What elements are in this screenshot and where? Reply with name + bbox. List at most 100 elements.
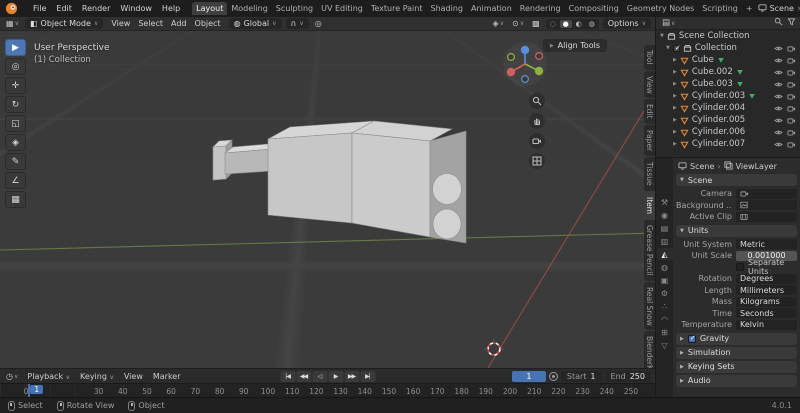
rotation-field[interactable]: Degrees — [736, 273, 797, 284]
annotate-tool[interactable]: ✎ — [5, 153, 26, 170]
breadcrumb-scene[interactable]: Scene — [690, 162, 714, 171]
time-field[interactable]: Seconds — [736, 308, 797, 319]
rendered-shading-button[interactable]: ◍ — [586, 20, 598, 28]
hide-viewport-icon[interactable] — [774, 68, 783, 77]
workspace-tab-sculpting[interactable]: Sculpting — [272, 2, 317, 15]
options-menu[interactable]: Options ∨ — [602, 18, 651, 29]
temperature-field[interactable]: Kelvin — [736, 319, 797, 330]
expand-icon[interactable]: ▶ — [673, 57, 677, 63]
particles-tab[interactable]: ∴ — [657, 300, 673, 312]
disable-render-icon[interactable] — [787, 140, 796, 149]
world-tab[interactable]: ◍ — [657, 261, 673, 273]
expand-icon[interactable]: ▶ — [673, 93, 677, 99]
sidebar-tab-item[interactable]: Item — [644, 191, 655, 219]
scene-selector[interactable]: Scene ✕ — [758, 3, 800, 14]
unit-system-field[interactable]: Metric — [736, 239, 797, 250]
outliner-item[interactable]: ▶ Cylinder.003 — [656, 90, 800, 102]
prev-keyframe-button[interactable]: ◀◀ — [296, 370, 311, 382]
material-shading-button[interactable]: ◐ — [573, 20, 585, 28]
workspace-tab-scripting[interactable]: Scripting — [698, 2, 742, 15]
blender-logo-icon[interactable] — [5, 2, 18, 15]
zoom-icon[interactable] — [529, 93, 545, 109]
playhead-frame-badge[interactable]: 1 — [30, 385, 44, 394]
outliner-item[interactable]: ▶ Cube.002 — [656, 66, 800, 78]
sidebar-tab-tool[interactable]: Tool — [644, 45, 655, 70]
expand-icon[interactable]: ▼ — [660, 33, 664, 39]
background-field[interactable] — [736, 200, 797, 211]
scale-tool[interactable]: ◱ — [5, 115, 26, 132]
sidebar-tab-tissue[interactable]: Tissue — [644, 157, 655, 191]
outliner-editor-type-button[interactable]: ▤ ∨ — [660, 18, 677, 28]
hide-viewport-icon[interactable] — [774, 128, 783, 137]
disable-render-icon[interactable] — [787, 80, 796, 89]
panel-gravity-header[interactable]: ▶ Gravity — [676, 332, 797, 345]
expand-icon[interactable]: ▶ — [673, 105, 677, 111]
proportional-edit-toggle[interactable]: ◎ — [313, 19, 324, 28]
panel-simulation-header[interactable]: ▶ Simulation — [676, 346, 797, 359]
timeline-menu-marker[interactable]: Marker — [148, 371, 186, 382]
wireframe-shading-button[interactable]: ◌ — [547, 20, 559, 28]
disable-render-icon[interactable] — [787, 56, 796, 65]
add-cube-tool[interactable]: ▦ — [5, 191, 26, 208]
workspace-tab-shading[interactable]: Shading — [426, 2, 467, 15]
overlays-toggle[interactable]: ⊙ ∨ — [510, 19, 526, 28]
viewport-menu-add[interactable]: Add — [167, 18, 191, 29]
workspace-tab-geometry-nodes[interactable]: Geometry Nodes — [623, 2, 698, 15]
collection-row[interactable]: ▼ Collection — [656, 42, 800, 54]
pan-hand-icon[interactable] — [529, 113, 545, 129]
editor-type-button[interactable]: ▦ ∨ — [4, 19, 21, 28]
breadcrumb-viewlayer[interactable]: ViewLayer — [736, 162, 777, 171]
expand-icon[interactable]: ▶ — [673, 129, 677, 135]
hide-viewport-icon[interactable] — [774, 44, 783, 53]
workspace-tab-animation[interactable]: Animation — [467, 2, 516, 15]
play-button[interactable]: ▶ — [328, 370, 343, 382]
mode-selector[interactable]: ◧ Object Mode ∨ — [24, 18, 104, 29]
expand-icon[interactable]: ▶ — [673, 117, 677, 123]
frame-end-field[interactable]: End 250 — [604, 370, 651, 382]
camera-view-icon[interactable] — [529, 133, 545, 149]
hide-viewport-icon[interactable] — [774, 116, 783, 125]
viewport-menu-view[interactable]: View — [107, 18, 134, 29]
view-layer-tab[interactable]: ▥ — [657, 235, 673, 247]
menu-edit[interactable]: Edit — [51, 2, 77, 15]
viewport-menu-object[interactable]: Object — [191, 18, 225, 29]
solid-shading-button[interactable]: ● — [559, 19, 572, 28]
expand-icon[interactable]: ▶ — [673, 81, 677, 87]
scene-collection-row[interactable]: ▼ Scene Collection — [656, 30, 800, 42]
xray-toggle[interactable]: ▩ — [530, 19, 542, 28]
disable-render-icon[interactable] — [787, 68, 796, 77]
jump-to-start-button[interactable]: |◀ — [280, 370, 295, 382]
timeline-menu-playback[interactable]: Playback ∨ — [22, 371, 75, 382]
object-tab[interactable]: ▣ — [657, 274, 673, 286]
disable-render-icon[interactable] — [787, 104, 796, 113]
disable-render-icon[interactable] — [787, 128, 796, 137]
menu-file[interactable]: File — [28, 2, 51, 15]
panel-scene-header[interactable]: ▼ Scene — [676, 174, 797, 186]
viewport-canvas[interactable] — [0, 31, 655, 368]
viewport-3d[interactable]: User Perspective (1) Collection ▶ ◎ ✛ ↻ ◱ ◈ ✎ ∠… — [0, 31, 655, 368]
hide-viewport-icon[interactable] — [774, 92, 783, 101]
outliner-item[interactable]: ▶ Cylinder.005 — [656, 114, 800, 126]
transform-orientation-selector[interactable]: ◍ Global ∨ — [228, 18, 282, 29]
outliner-item[interactable]: ▶ Cube.003 — [656, 78, 800, 90]
next-keyframe-button[interactable]: ▶▶ — [344, 370, 359, 382]
outliner-item[interactable]: ▶ Cylinder.004 — [656, 102, 800, 114]
gizmos-toggle[interactable]: ◈ ∨ — [490, 19, 506, 28]
sidebar-tab-blenderkit[interactable]: BlenderKit — [644, 331, 655, 368]
workspace-tab-modeling[interactable]: Modeling — [227, 2, 271, 15]
outliner-item[interactable]: ▶ Cylinder.006 — [656, 126, 800, 138]
collection-checkbox[interactable] — [672, 44, 681, 52]
move-tool[interactable]: ✛ — [5, 77, 26, 94]
physics-tab[interactable]: ◠ — [657, 313, 673, 325]
auto-keying-toggle[interactable] — [548, 371, 558, 381]
ortho-grid-icon[interactable] — [529, 153, 545, 169]
sidebar-tab-real-snow[interactable]: Real Snow — [644, 281, 655, 331]
timeline-menu-view[interactable]: View — [119, 371, 148, 382]
timeline-ruler[interactable]: 0 30 40 50 60 70 80 90 100 110 120 130 140 150 160 170 1… — [0, 383, 655, 398]
hide-viewport-icon[interactable] — [774, 104, 783, 113]
panel-units-header[interactable]: ▼ Units — [676, 224, 797, 237]
workspace-tab-texture-paint[interactable]: Texture Paint — [367, 2, 427, 15]
expand-icon[interactable]: ▶ — [673, 141, 677, 147]
menu-render[interactable]: Render — [77, 2, 115, 15]
transform-tool[interactable]: ◈ — [5, 134, 26, 151]
